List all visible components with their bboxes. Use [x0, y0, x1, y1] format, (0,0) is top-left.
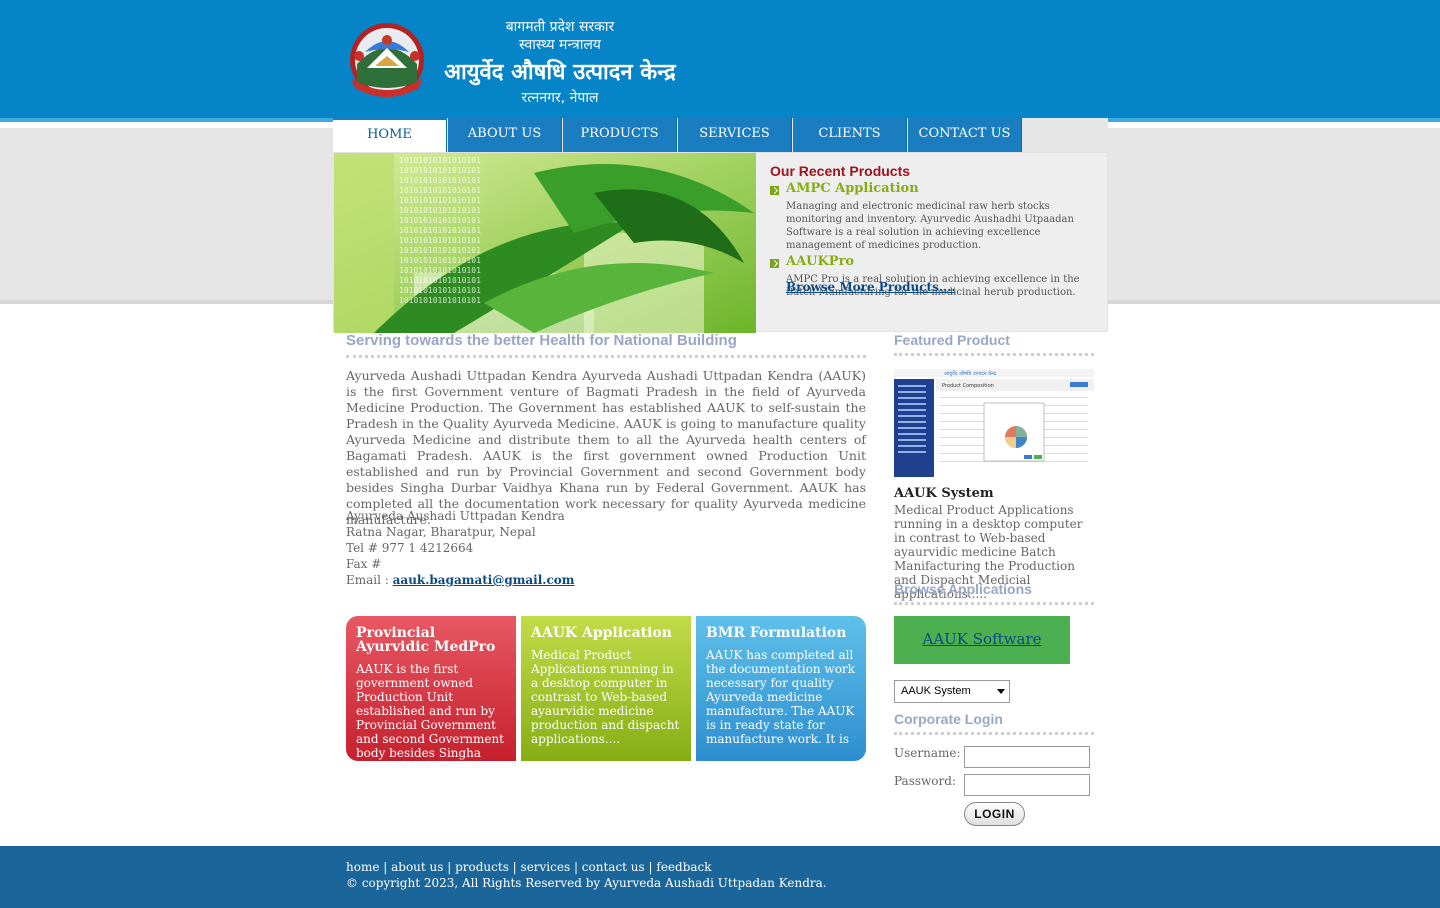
header-line-3: आयुर्वेद औषधि उत्पादन केन्द्र: [444, 60, 676, 85]
svg-text:10101010101010101: 10101010101010101: [399, 216, 481, 225]
arrow-bullet-icon: [770, 186, 779, 195]
application-select-value: AAUK System: [901, 685, 971, 697]
aauk-software-button[interactable]: AAUK Software: [894, 616, 1070, 664]
main-title: Serving towards the better Health for Na…: [346, 332, 866, 358]
svg-text:10101010101010101: 10101010101010101: [399, 256, 481, 265]
arrow-bullet-icon: [770, 259, 779, 268]
nepal-emblem-logo[interactable]: [345, 22, 429, 98]
feat-header-text: आयुर्वेद औषधि उत्पादन केन्द्र: [944, 370, 996, 377]
feature-cards: Provincial Ayurvidic MedPro AAUK is the …: [346, 616, 866, 761]
svg-text:10101010101010101: 10101010101010101: [399, 226, 481, 235]
card-text: Medical Product Applications running in …: [531, 648, 680, 746]
recent-product-item: AMPC Application Managing and electronic…: [770, 181, 1100, 252]
svg-text:10101010101010101: 10101010101010101: [399, 186, 481, 195]
footer-link-home[interactable]: home: [346, 860, 379, 874]
nav-contact-us[interactable]: CONTACT US: [908, 118, 1022, 152]
feat-window-title: Product Composition: [942, 383, 994, 389]
address-tel: Tel # 977 1 4212664: [346, 541, 474, 555]
footer-copyright: © copyright 2023, All Rights Reserved by…: [346, 876, 827, 890]
featured-product-name[interactable]: AAUK System: [894, 486, 994, 501]
card-title: BMR Formulation: [706, 625, 847, 641]
banner-leaf-image: 10101010101010101 10101010101010101 1010…: [334, 153, 756, 333]
intro-paragraph: Ayurveda Aushadi Uttpadan Kendra Ayurved…: [346, 368, 866, 527]
footer-links: home | about us | products | services | …: [346, 860, 712, 874]
svg-text:10101010101010101: 10101010101010101: [399, 276, 481, 285]
svg-text:10101010101010101: 10101010101010101: [399, 196, 481, 205]
header-line-1: बागमती प्रदेश सरकार: [505, 19, 615, 35]
footer-link-feedback[interactable]: feedback: [656, 860, 711, 874]
username-label: Username:: [894, 746, 961, 760]
card-text: AAUK has completed all the documentation…: [706, 648, 855, 746]
main-navigation: HOME ABOUT US PRODUCTS SERVICES CLIENTS …: [333, 118, 1108, 152]
card-provincial-medpro[interactable]: Provincial Ayurvidic MedPro AAUK is the …: [346, 616, 516, 761]
nav-home[interactable]: HOME: [333, 118, 447, 152]
card-title: Provincial Ayurvidic MedPro: [356, 625, 496, 655]
svg-text:10101010101010101: 10101010101010101: [399, 246, 481, 255]
footer-link-contact-us[interactable]: contact us: [582, 860, 645, 874]
card-aauk-application[interactable]: AAUK Application Medical Product Applica…: [521, 616, 691, 761]
login-button[interactable]: LOGIN: [964, 802, 1025, 826]
banner-binary-pattern: 10101010101010101 10101010101010101 1010…: [399, 156, 481, 305]
password-label: Password:: [894, 774, 956, 788]
card-text: AAUK is the first government owned Produ…: [356, 662, 504, 761]
password-input[interactable]: [964, 774, 1090, 796]
card-bmr-formulation[interactable]: BMR Formulation AAUK has completed all t…: [696, 616, 866, 761]
recent-product-title[interactable]: AMPC Application: [786, 181, 1100, 197]
application-select[interactable]: AAUK System: [894, 680, 1010, 703]
svg-text:10101010101010101: 10101010101010101: [399, 236, 481, 245]
header-line-4: रत्ननगर, नेपाल: [521, 90, 599, 106]
address-fax: Fax #: [346, 557, 382, 571]
contact-address: Ayurveda Aushadi Uttpadan Kendra Ratna N…: [346, 508, 866, 588]
address-location: Ratna Nagar, Bharatpur, Nepal: [346, 525, 536, 539]
recent-product-title[interactable]: AAUKPro: [786, 254, 1100, 270]
recent-products-heading: Our Recent Products: [770, 163, 911, 179]
footer-link-about-us[interactable]: about us: [391, 860, 443, 874]
footer-link-services[interactable]: services: [521, 860, 571, 874]
address-email-row: Email : aauk.bagamati@gmail.com: [346, 572, 866, 588]
svg-text:10101010101010101: 10101010101010101: [399, 266, 481, 275]
svg-text:10101010101010101: 10101010101010101: [399, 296, 481, 305]
recent-product-desc: Managing and electronic medicinal raw he…: [786, 201, 1074, 251]
email-link[interactable]: aauk.bagamati@gmail.com: [393, 573, 575, 587]
nav-about-us[interactable]: ABOUT US: [448, 118, 562, 152]
recent-products: Our Recent Products AMPC Application Man…: [770, 163, 1100, 299]
header-title-block: बागमती प्रदेश सरकार स्वास्थ्य मन्त्रालय …: [440, 18, 680, 108]
footer-link-products[interactable]: products: [455, 860, 509, 874]
svg-text:10101010101010101: 10101010101010101: [399, 286, 481, 295]
username-input[interactable]: [964, 746, 1090, 768]
browse-applications-title: Browse Applications: [894, 581, 1094, 605]
svg-text:10101010101010101: 10101010101010101: [399, 166, 481, 175]
header-line-2: स्वास्थ्य मन्त्रालय: [519, 37, 601, 53]
email-label: Email :: [346, 573, 393, 587]
browse-more-products-link[interactable]: Browse More Products....: [786, 280, 956, 294]
nav-products[interactable]: PRODUCTS: [563, 118, 677, 152]
svg-text:10101010101010101: 10101010101010101: [399, 206, 481, 215]
corporate-login-title: Corporate Login: [894, 711, 1094, 735]
nav-services[interactable]: SERVICES: [678, 118, 792, 152]
banner: 10101010101010101 10101010101010101 1010…: [333, 152, 1108, 333]
address-name: Ayurveda Aushadi Uttpadan Kendra: [346, 509, 565, 523]
featured-product-title: Featured Product: [894, 332, 1094, 356]
site-header: [0, 0, 1440, 118]
nav-clients[interactable]: CLIENTS: [793, 118, 907, 152]
svg-text:10101010101010101: 10101010101010101: [399, 176, 481, 185]
svg-text:10101010101010101: 10101010101010101: [399, 156, 481, 165]
card-title: AAUK Application: [531, 625, 672, 641]
chevron-down-icon: [997, 689, 1005, 694]
featured-product-screenshot[interactable]: आयुर्वेद औषधि उत्पादन केन्द्र Product Co…: [894, 367, 1094, 477]
